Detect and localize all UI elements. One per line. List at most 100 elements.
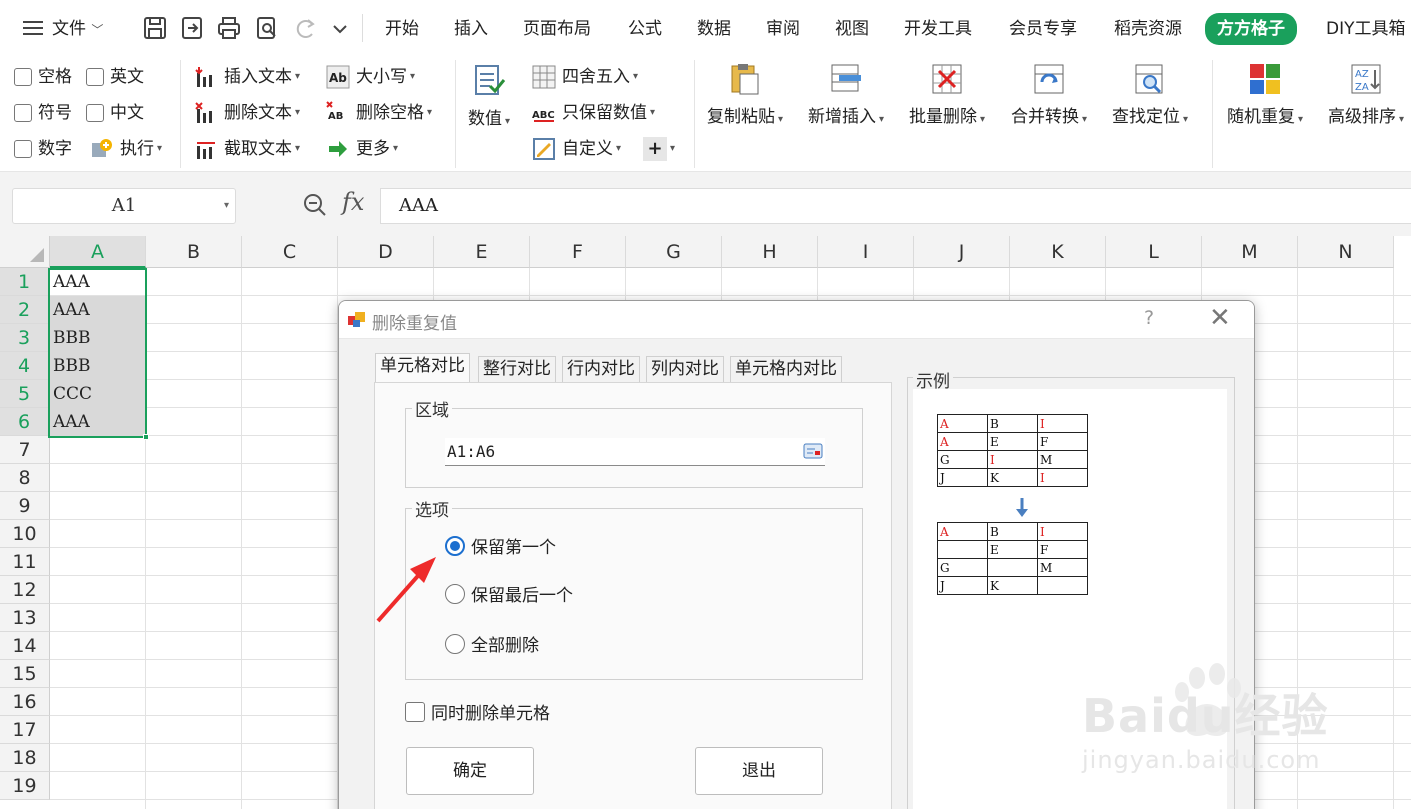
- range-input[interactable]: A1:A6: [445, 438, 825, 466]
- export-icon[interactable]: [179, 14, 205, 42]
- tab-in-column-compare[interactable]: 列内对比: [646, 356, 724, 382]
- column-header-g[interactable]: G: [626, 236, 722, 268]
- numeric-button[interactable]: 数值 ▾: [468, 64, 510, 129]
- column-header-k[interactable]: K: [1010, 236, 1106, 268]
- delete-cells-checkbox[interactable]: 同时删除单元格: [405, 699, 550, 724]
- column-header-h[interactable]: H: [722, 236, 818, 268]
- add-button[interactable]: + ▾: [643, 136, 675, 162]
- fx-icon[interactable]: fx: [342, 188, 364, 216]
- row-header-10[interactable]: 10: [0, 520, 50, 548]
- column-header-l[interactable]: L: [1106, 236, 1202, 268]
- radio-keep-first[interactable]: 保留第一个: [445, 533, 556, 558]
- tab-home[interactable]: 开始: [385, 16, 419, 42]
- row-header-17[interactable]: 17: [0, 716, 50, 744]
- insert-text-button[interactable]: 插入文本 ▾: [194, 64, 300, 90]
- row-header-11[interactable]: 11: [0, 548, 50, 576]
- new-insert-button[interactable]: 新增插入 ▾: [808, 62, 884, 127]
- fill-handle[interactable]: [143, 434, 149, 440]
- random-repeat-button[interactable]: 随机重复 ▾: [1227, 62, 1303, 127]
- row-header-2[interactable]: 2: [0, 296, 50, 324]
- check-symbol[interactable]: 符号: [14, 100, 72, 126]
- chevron-down-icon[interactable]: ▾: [224, 189, 229, 223]
- case-button[interactable]: Ab 大小写 ▾: [326, 64, 415, 90]
- check-number[interactable]: 数字: [14, 136, 72, 162]
- column-header-n[interactable]: N: [1298, 236, 1394, 268]
- formula-input[interactable]: AAA: [380, 188, 1411, 224]
- column-header-d[interactable]: D: [338, 236, 434, 268]
- tab-diy-toolbox[interactable]: DIY工具箱: [1326, 16, 1406, 42]
- help-icon[interactable]: ?: [1144, 307, 1154, 329]
- tab-docer[interactable]: 稻壳资源: [1114, 16, 1182, 42]
- zoom-icon[interactable]: [302, 192, 328, 218]
- more-icon[interactable]: [330, 14, 350, 42]
- exit-button[interactable]: 退出: [695, 747, 823, 795]
- column-header-b[interactable]: B: [146, 236, 242, 268]
- advanced-sort-button[interactable]: AZ ZA 高级排序 ▾: [1328, 62, 1404, 127]
- row-header-16[interactable]: 16: [0, 688, 50, 716]
- tab-in-row-compare[interactable]: 行内对比: [562, 356, 640, 382]
- row-header-6[interactable]: 6: [0, 408, 50, 436]
- batch-delete-button[interactable]: 批量删除 ▾: [909, 62, 985, 127]
- print-icon[interactable]: [216, 14, 242, 42]
- column-header-i[interactable]: I: [818, 236, 914, 268]
- tab-page-layout[interactable]: 页面布局: [523, 16, 591, 42]
- check-chinese[interactable]: 中文: [86, 100, 144, 126]
- tab-review[interactable]: 审阅: [766, 16, 800, 42]
- menu-file[interactable]: 文件 ﹀: [52, 16, 103, 42]
- tab-formulas[interactable]: 公式: [628, 16, 662, 42]
- row-header-7[interactable]: 7: [0, 436, 50, 464]
- menu-icon[interactable]: [22, 16, 44, 40]
- row-header-18[interactable]: 18: [0, 744, 50, 772]
- radio-delete-all[interactable]: 全部删除: [445, 631, 539, 656]
- round-button[interactable]: 四舍五入 ▾: [532, 64, 638, 90]
- save-icon[interactable]: [142, 14, 168, 42]
- dialog-title-bar[interactable]: 删除重复值 ? ✕: [339, 301, 1254, 339]
- custom-button[interactable]: 自定义 ▾: [532, 136, 621, 162]
- column-header-j[interactable]: J: [914, 236, 1010, 268]
- ok-button[interactable]: 确定: [406, 747, 534, 795]
- redo-icon[interactable]: [292, 14, 318, 42]
- row-header-13[interactable]: 13: [0, 604, 50, 632]
- tab-cell-compare[interactable]: 单元格对比: [375, 353, 470, 383]
- delete-text-button[interactable]: 删除文本 ▾: [194, 100, 300, 126]
- name-box[interactable]: A1 ▾: [12, 188, 236, 224]
- column-header-c[interactable]: C: [242, 236, 338, 268]
- tab-member[interactable]: 会员专享: [1009, 16, 1077, 42]
- column-header-f[interactable]: F: [530, 236, 626, 268]
- radio-keep-last[interactable]: 保留最后一个: [445, 581, 573, 606]
- range-select-icon[interactable]: [803, 442, 823, 460]
- check-english[interactable]: 英文: [86, 64, 144, 90]
- tab-developer[interactable]: 开发工具: [904, 16, 972, 42]
- check-space[interactable]: 空格: [14, 64, 72, 90]
- row-header-9[interactable]: 9: [0, 492, 50, 520]
- extract-text-button[interactable]: 截取文本 ▾: [194, 136, 300, 162]
- row-header-19[interactable]: 19: [0, 772, 50, 800]
- execute-button[interactable]: 执行 ▾: [90, 136, 162, 162]
- column-header-e[interactable]: E: [434, 236, 530, 268]
- close-icon[interactable]: ✕: [1209, 303, 1231, 333]
- tab-data[interactable]: 数据: [697, 16, 731, 42]
- preview-icon[interactable]: [254, 14, 280, 42]
- keep-numeric-button[interactable]: ABC 只保留数值 ▾: [532, 100, 655, 126]
- tab-row-compare[interactable]: 整行对比: [478, 356, 556, 382]
- column-header-m[interactable]: M: [1202, 236, 1298, 268]
- row-header-4[interactable]: 4: [0, 352, 50, 380]
- column-header-a[interactable]: A: [50, 236, 146, 268]
- tab-view[interactable]: 视图: [835, 16, 869, 42]
- row-header-14[interactable]: 14: [0, 632, 50, 660]
- row-header-8[interactable]: 8: [0, 464, 50, 492]
- row-header-5[interactable]: 5: [0, 380, 50, 408]
- delete-space-button[interactable]: AB 删除空格 ▾: [326, 100, 432, 126]
- row-header-3[interactable]: 3: [0, 324, 50, 352]
- merge-convert-button[interactable]: 合并转换 ▾: [1011, 62, 1087, 127]
- select-all-corner[interactable]: [0, 236, 50, 268]
- row-header-12[interactable]: 12: [0, 576, 50, 604]
- tab-insert[interactable]: 插入: [454, 16, 488, 42]
- copy-paste-button[interactable]: 复制粘贴 ▾: [707, 62, 783, 127]
- tab-in-cell-compare[interactable]: 单元格内对比: [730, 356, 842, 382]
- row-header-15[interactable]: 15: [0, 660, 50, 688]
- more-button[interactable]: 更多 ▾: [326, 136, 398, 162]
- row-header-1[interactable]: 1: [0, 268, 50, 296]
- find-locate-button[interactable]: 查找定位 ▾: [1112, 62, 1188, 127]
- tab-fangfang[interactable]: 方方格子: [1205, 13, 1297, 45]
